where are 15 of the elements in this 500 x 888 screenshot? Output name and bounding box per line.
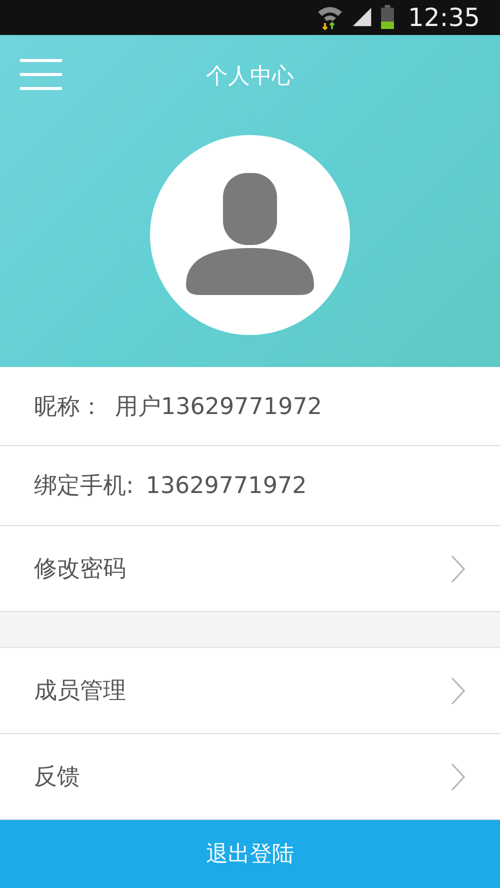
field-label: 绑定手机: <box>34 472 134 502</box>
field-value: 13629771972 <box>146 472 307 499</box>
chevron-icon <box>450 676 466 705</box>
clock-time: 12:35 <box>408 2 480 32</box>
chevron-icon <box>450 554 466 583</box>
chevron-icon <box>450 762 466 791</box>
wifi-icon <box>316 4 343 30</box>
signal-icon <box>350 6 373 28</box>
avatar-icon[interactable] <box>150 134 350 335</box>
field-label: 昵称： <box>34 392 103 422</box>
page-title: 个人中心 <box>206 62 294 91</box>
menu-icon <box>20 58 62 91</box>
field-value: 用户13629771972 <box>115 392 322 422</box>
menu-item[interactable]: 成员管理 <box>0 648 500 734</box>
battery-icon <box>380 5 394 30</box>
